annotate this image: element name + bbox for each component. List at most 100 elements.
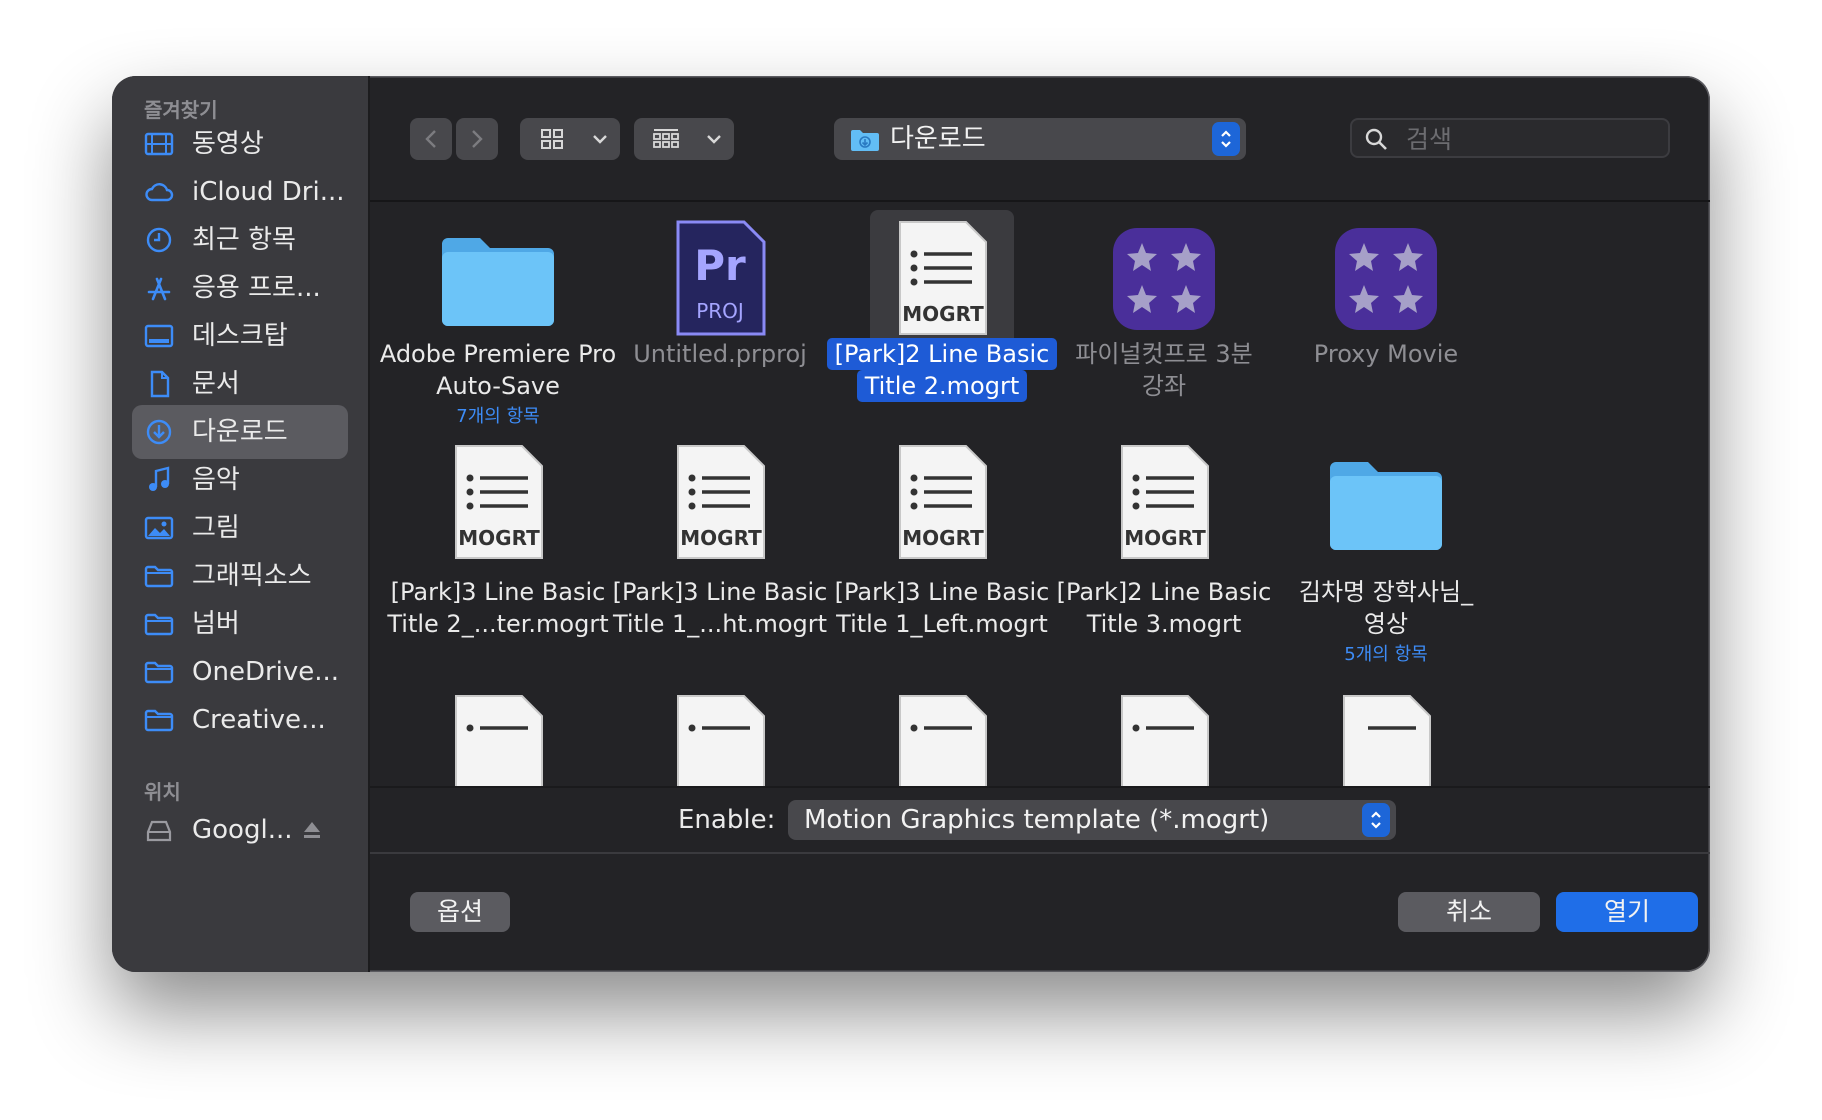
file-name: [Park]2 Line Basic Title 3.mogrt xyxy=(1056,578,1272,638)
sidebar-item-numbers[interactable]: 넘버 xyxy=(132,597,348,651)
file-name: 파이널컷프로 3분강좌 xyxy=(1075,340,1253,400)
sidebar-item-label: 그림 xyxy=(192,513,240,543)
mogrt-file-icon: MOGRT xyxy=(677,445,765,559)
sidebar-item-documents[interactable]: 문서 xyxy=(132,357,348,411)
chevron-left-icon xyxy=(425,130,436,148)
mogrt-file-icon xyxy=(455,695,543,786)
sidebar-item-onedrive[interactable]: OneDrive... xyxy=(132,645,348,699)
file-item-proxy-movie[interactable]: Proxy Movie xyxy=(1258,202,1514,452)
folder-icon xyxy=(1330,462,1442,550)
proj-badge: PROJ xyxy=(696,299,744,323)
mogrt-file-icon xyxy=(677,695,765,786)
premiere-badge: Pr xyxy=(694,241,746,290)
file-item-fcp-library[interactable]: 파이널컷프로 3분강좌 xyxy=(1036,202,1292,452)
mogrt-file-icon: MOGRT xyxy=(455,445,543,559)
file-item-mogrt[interactable]: MOGRT [Park]3 Line Basic Title 2_...ter.… xyxy=(370,442,626,692)
file-open-dialog: 즐겨찾기 동영상 iCloud Dri... 최근 항목 응용 프로... 데스… xyxy=(112,76,1710,972)
open-button[interactable]: 열기 xyxy=(1556,892,1698,932)
file-type-value: Motion Graphics template (*.mogrt) xyxy=(804,805,1270,835)
file-name: Untitled.prproj xyxy=(633,340,807,368)
file-name: [Park]2 Line Basic Title 2.mogrt xyxy=(814,338,1070,402)
main-pane: 다운로드 Adobe Premiere Pro Auto-Save 7개의 항목… xyxy=(370,76,1710,972)
location-popup[interactable]: 다운로드 xyxy=(834,118,1246,160)
sidebar-item-pictures[interactable]: 그림 xyxy=(132,501,348,555)
mogrt-file-icon: MOGRT xyxy=(899,221,987,335)
sidebar-item-graphic-sources[interactable]: 그래픽소스 xyxy=(132,549,348,603)
sidebar-item-label: Creative... xyxy=(192,705,326,735)
mogrt-file-icon: MOGRT xyxy=(1121,445,1209,559)
enable-label: Enable: xyxy=(678,805,776,835)
enable-filter-bar: Enable: Motion Graphics template (*.mogr… xyxy=(370,786,1710,854)
sidebar-item-label: 동영상 xyxy=(192,129,264,159)
file-item-mogrt[interactable]: MOGRT [Park]3 Line Basic Title 1_Left.mo… xyxy=(814,442,1070,692)
photo-icon xyxy=(144,516,174,540)
sidebar-item-applications[interactable]: 응용 프로... xyxy=(132,261,348,315)
download-icon xyxy=(146,419,172,445)
search-field[interactable] xyxy=(1350,118,1670,158)
chevron-down-icon xyxy=(707,135,721,144)
file-name: Proxy Movie xyxy=(1313,340,1459,368)
drive-icon xyxy=(146,820,172,842)
file-grid: Adobe Premiere Pro Auto-Save 7개의 항목 Pr PR… xyxy=(370,202,1710,786)
desktop-icon xyxy=(144,324,174,348)
final-cut-library-icon xyxy=(1113,228,1215,330)
folder-icon xyxy=(442,238,554,326)
sidebar-item-desktop[interactable]: 데스크탑 xyxy=(132,309,348,363)
premiere-project-icon: Pr PROJ xyxy=(676,220,766,336)
group-view-icon xyxy=(653,129,679,148)
sidebar-item-label: 응용 프로... xyxy=(192,273,321,303)
file-item-partial[interactable] xyxy=(814,692,1070,786)
back-button[interactable] xyxy=(410,118,452,160)
item-count: 5개의 항목 xyxy=(1344,644,1428,665)
file-item-mogrt[interactable]: MOGRT [Park]3 Line Basic Title 1_...ht.m… xyxy=(592,442,848,692)
sidebar-item-music[interactable]: 음악 xyxy=(132,453,348,507)
mogrt-file-icon: MOGRT xyxy=(899,445,987,559)
search-input[interactable] xyxy=(1404,120,1658,158)
file-item-partial[interactable] xyxy=(592,692,848,786)
sidebar-item-label: 그래픽소스 xyxy=(192,561,312,591)
eject-icon[interactable] xyxy=(302,819,322,841)
chevron-up-down-icon xyxy=(1221,130,1231,148)
downloads-folder-icon xyxy=(851,130,879,151)
folder-icon xyxy=(144,661,174,684)
sidebar-item-movies[interactable]: 동영상 xyxy=(132,117,348,171)
locations-heading: 위치 xyxy=(144,780,181,804)
sidebar-item-label: iCloud Dri... xyxy=(192,177,345,207)
folder-icon xyxy=(144,709,174,732)
view-mode-button[interactable] xyxy=(520,118,620,160)
sidebar-item-recents[interactable]: 최근 항목 xyxy=(132,213,348,267)
sidebar-item-label: 데스크탑 xyxy=(192,321,288,351)
file-item-folder[interactable]: Adobe Premiere Pro Auto-Save 7개의 항목 xyxy=(370,202,626,452)
file-item-folder[interactable]: 김차명 장학사님_영상 5개의 항목 xyxy=(1258,442,1514,692)
mogrt-file-icon xyxy=(1121,695,1209,786)
options-button[interactable]: 옵션 xyxy=(410,892,510,932)
file-item-partial[interactable] xyxy=(370,692,626,786)
location-stepper[interactable] xyxy=(1212,122,1240,156)
document-icon xyxy=(150,370,170,398)
file-item-prproj[interactable]: Pr PROJ Untitled.prproj xyxy=(592,202,848,452)
file-item-partial[interactable] xyxy=(1036,692,1292,786)
cloud-icon xyxy=(145,183,174,202)
sidebar-item-downloads[interactable]: 다운로드 xyxy=(132,405,348,459)
sidebar-item-label: 음악 xyxy=(192,465,240,495)
selected-file-name: [Park]2 Line Basic Title 2.mogrt xyxy=(826,338,1058,402)
location-label: 다운로드 xyxy=(890,124,986,154)
sidebar-item-icloud[interactable]: iCloud Dri... xyxy=(132,165,348,219)
group-mode-button[interactable] xyxy=(634,118,734,160)
sidebar-item-creative[interactable]: Creative... xyxy=(132,693,348,747)
sidebar-item-google-drive[interactable]: Googl... xyxy=(132,803,348,857)
cancel-button[interactable]: 취소 xyxy=(1398,892,1540,932)
forward-button[interactable] xyxy=(456,118,498,160)
item-count: 7개의 항목 xyxy=(456,406,540,427)
sidebar-item-label: 넘버 xyxy=(192,609,240,639)
file-item-mogrt-selected[interactable]: MOGRT [Park]2 Line Basic Title 2.mogrt xyxy=(814,202,1070,452)
file-type-stepper[interactable] xyxy=(1362,803,1390,837)
file-type-select[interactable]: Motion Graphics template (*.mogrt) xyxy=(788,800,1396,840)
file-item-partial[interactable] xyxy=(1258,692,1514,786)
music-icon xyxy=(149,466,170,491)
file-item-mogrt[interactable]: MOGRT [Park]2 Line Basic Title 3.mogrt xyxy=(1036,442,1292,692)
chevron-down-icon xyxy=(593,135,607,144)
folder-icon xyxy=(144,613,174,636)
mogrt-badge: MOGRT xyxy=(902,302,984,326)
file-name: Adobe Premiere Pro Auto-Save xyxy=(379,340,617,400)
